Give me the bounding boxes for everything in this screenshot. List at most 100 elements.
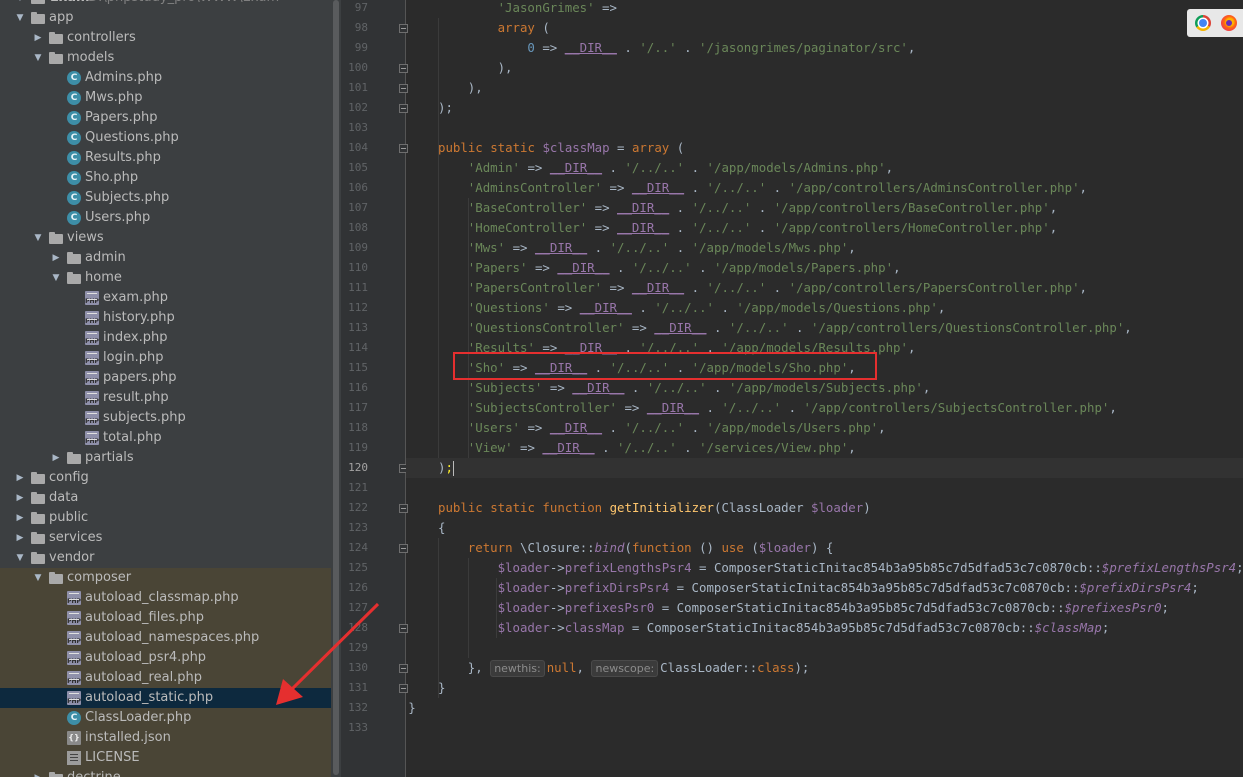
tree-item-license[interactable]: LICENSE	[0, 748, 341, 768]
chevron-right-icon[interactable]: ▶	[15, 468, 25, 488]
tree-item-partials[interactable]: ▶ partials	[0, 448, 341, 468]
tree-item-results-php[interactable]: C Results.php	[0, 148, 341, 168]
tree-item-autoload-psr4-php[interactable]: PHP autoload_psr4.php	[0, 648, 341, 668]
code-line[interactable]: array (	[498, 18, 550, 38]
firefox-icon[interactable]	[1221, 15, 1237, 31]
tree-item-index-php[interactable]: PHP index.php	[0, 328, 341, 348]
tree-item-autoload-static-php[interactable]: PHP autoload_static.php	[0, 688, 341, 708]
tree-item-mws-php[interactable]: C Mws.php	[0, 88, 341, 108]
code-line[interactable]: ),	[468, 78, 483, 98]
code-line[interactable]: 'HomeController' => __DIR__ . '/../..' .…	[468, 218, 1057, 238]
code-line[interactable]: 'QuestionsController' => __DIR__ . '/../…	[468, 318, 1132, 338]
scrollbar-thumb[interactable]	[333, 0, 339, 775]
code-line[interactable]: $loader->prefixesPsr0 = ComposerStaticIn…	[498, 598, 1169, 618]
line-number-gutter[interactable]: 97 98 99 100 101 102 103 104 105 106 107 108 109 110 1…	[341, 0, 408, 777]
code-line[interactable]: 'Admin' => __DIR__ . '/../..' . '/app/mo…	[468, 158, 893, 178]
tree-item-autoload-namespaces-php[interactable]: PHP autoload_namespaces.php	[0, 628, 341, 648]
chevron-right-icon[interactable]: ▶	[33, 768, 43, 777]
tree-item-total-php[interactable]: PHP total.php	[0, 428, 341, 448]
code-line[interactable]: 'AdminsController' => __DIR__ . '/../..'…	[468, 178, 1087, 198]
tree-item-data[interactable]: ▶ data	[0, 488, 341, 508]
tree-item-models[interactable]: ▼ models	[0, 48, 341, 68]
code-line[interactable]: 'Papers' => __DIR__ . '/../..' . '/app/m…	[468, 258, 901, 278]
tree-item-papers-php[interactable]: PHP papers.php	[0, 368, 341, 388]
fold-marker-icon[interactable]	[399, 624, 408, 633]
chevron-down-icon[interactable]: ▼	[15, 8, 25, 28]
sidebar-scrollbar[interactable]	[331, 0, 341, 777]
tree-item-app[interactable]: ▼ app	[0, 8, 341, 28]
tree-item-subjects-php[interactable]: C Subjects.php	[0, 188, 341, 208]
chevron-down-icon[interactable]: ▼	[51, 268, 61, 288]
code-line[interactable]: }	[438, 678, 445, 698]
tree-item-views[interactable]: ▼ views	[0, 228, 341, 248]
code-line[interactable]: ),	[498, 58, 513, 78]
tree-item-result-php[interactable]: PHP result.php	[0, 388, 341, 408]
tree-item-subjects-php[interactable]: PHP subjects.php	[0, 408, 341, 428]
fold-marker-icon[interactable]	[399, 684, 408, 693]
fold-marker-icon[interactable]	[399, 104, 408, 113]
chevron-right-icon[interactable]: ▶	[15, 508, 25, 528]
code-line[interactable]: $loader->prefixLengthsPsr4 = ComposerSta…	[498, 558, 1243, 578]
code-line[interactable]: 'PapersController' => __DIR__ . '/../..'…	[468, 278, 1087, 298]
fold-marker-icon[interactable]	[399, 664, 408, 673]
tree-item-exam-php[interactable]: PHP exam.php	[0, 288, 341, 308]
code-line[interactable]: 0 => __DIR__ . '/..' . '/jasongrimes/pag…	[527, 38, 915, 58]
chevron-right-icon[interactable]: ▶	[15, 488, 25, 508]
code-line[interactable]: $loader->prefixDirsPsr4 = ComposerStatic…	[498, 578, 1199, 598]
chevron-down-icon[interactable]: ▼	[33, 568, 43, 588]
tree-item-autoload-real-php[interactable]: PHP autoload_real.php	[0, 668, 341, 688]
tree-item-admins-php[interactable]: C Admins.php	[0, 68, 341, 88]
fold-marker-icon[interactable]	[399, 544, 408, 553]
fold-marker-icon[interactable]	[399, 24, 408, 33]
fold-marker-icon[interactable]	[399, 64, 408, 73]
code-editor[interactable]: 97 98 99 100 101 102 103 104 105 106 107 108 109 110 1…	[341, 0, 1243, 777]
fold-marker-icon[interactable]	[399, 144, 408, 153]
code-line[interactable]: 'BaseController' => __DIR__ . '/../..' .…	[468, 198, 1057, 218]
tree-item-users-php[interactable]: C Users.php	[0, 208, 341, 228]
tree-item-history-php[interactable]: PHP history.php	[0, 308, 341, 328]
project-root-row[interactable]: ▼ Exam D:\phpstudy_pro\WWW\Exam	[0, 0, 341, 8]
tree-item-sho-php[interactable]: C Sho.php	[0, 168, 341, 188]
code-line[interactable]: );	[438, 98, 453, 118]
tree-item-services[interactable]: ▶ services	[0, 528, 341, 548]
code-line[interactable]: }, newthis: null, newscope: ClassLoader::c…	[468, 658, 809, 678]
tree-item-admin[interactable]: ▶ admin	[0, 248, 341, 268]
chevron-down-icon[interactable]: ▼	[33, 48, 43, 68]
code-line[interactable]: return \Closure::bind(function () use ($…	[468, 538, 834, 558]
chevron-right-icon[interactable]: ▶	[51, 448, 61, 468]
tree-item-controllers[interactable]: ▶ controllers	[0, 28, 341, 48]
tree-item-autoload-files-php[interactable]: PHP autoload_files.php	[0, 608, 341, 628]
code-line[interactable]: $loader->classMap = ComposerStaticInitac…	[498, 618, 1110, 638]
code-line[interactable]: );	[438, 458, 454, 478]
tree-item-vendor[interactable]: ▼ vendor	[0, 548, 341, 568]
tree-item-papers-php[interactable]: C Papers.php	[0, 108, 341, 128]
tree-item-home[interactable]: ▼ home	[0, 268, 341, 288]
chevron-down-icon[interactable]: ▼	[15, 548, 25, 568]
chrome-icon[interactable]	[1195, 15, 1211, 31]
tree-item-public[interactable]: ▶ public	[0, 508, 341, 528]
code-line[interactable]: 'Subjects' => __DIR__ . '/../..' . '/app…	[468, 378, 931, 398]
chevron-down-icon[interactable]: ▼	[33, 228, 43, 248]
tree-item-config[interactable]: ▶ config	[0, 468, 341, 488]
fold-marker-icon[interactable]	[399, 504, 408, 513]
code-line[interactable]: 'JasonGrimes' =>	[498, 0, 617, 18]
chevron-right-icon[interactable]: ▶	[33, 28, 43, 48]
tree-item-installed-json[interactable]: {} installed.json	[0, 728, 341, 748]
chevron-right-icon[interactable]: ▶	[51, 248, 61, 268]
tree-item-autoload-classmap-php[interactable]: PHP autoload_classmap.php	[0, 588, 341, 608]
code-line[interactable]: public static function getInitializer(Cl…	[438, 498, 871, 518]
tree-item-composer[interactable]: ▼ composer	[0, 568, 341, 588]
code-line[interactable]: 'SubjectsController' => __DIR__ . '/../.…	[468, 398, 1117, 418]
code-line[interactable]: 'View' => __DIR__ . '/../..' . '/service…	[468, 438, 856, 458]
tree-item-dectrine[interactable]: ▶ dectrine	[0, 768, 341, 777]
expand-arrow-icon[interactable]: ▼	[15, 0, 25, 8]
code-line[interactable]: {	[438, 518, 445, 538]
code-line[interactable]: 'Mws' => __DIR__ . '/../..' . '/app/mode…	[468, 238, 856, 258]
code-line[interactable]: }	[408, 698, 415, 718]
fold-marker-icon[interactable]	[399, 84, 408, 93]
code-line[interactable]: 'Questions' => __DIR__ . '/../..' . '/ap…	[468, 298, 945, 318]
tree-item-login-php[interactable]: PHP login.php	[0, 348, 341, 368]
code-line[interactable]: 'Users' => __DIR__ . '/../..' . '/app/mo…	[468, 418, 886, 438]
tree-item-classloader-php[interactable]: C ClassLoader.php	[0, 708, 341, 728]
tree-item-questions-php[interactable]: C Questions.php	[0, 128, 341, 148]
